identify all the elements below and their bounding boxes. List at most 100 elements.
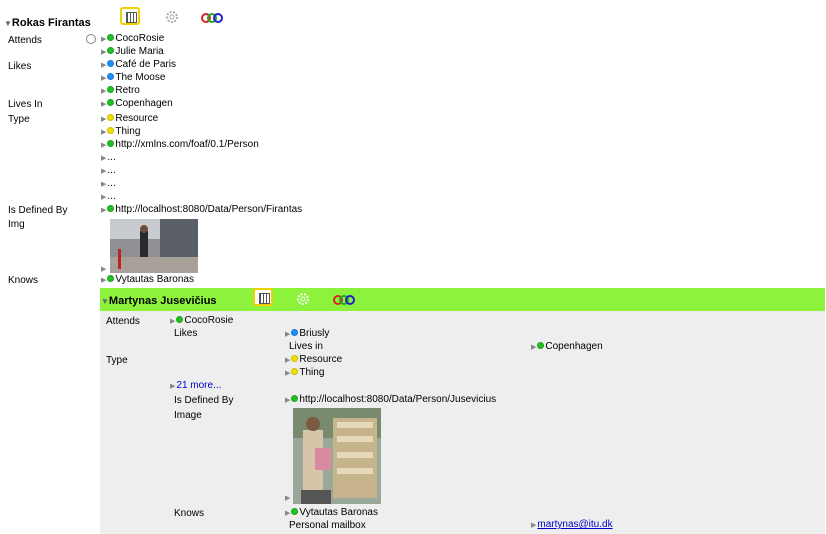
mailbox-link-text[interactable]: martynas@itu.dk [537,519,612,530]
list-item[interactable]: ▶ Resource [101,113,158,126]
nested-label-is-defined-by: Is Defined By [174,395,234,406]
list-item[interactable]: ▶ Thing [285,367,324,380]
node-dot-icon [107,205,115,212]
expand-triangle-icon[interactable]: ▶ [101,116,106,123]
node-dot-icon [107,99,115,106]
expand-triangle-icon[interactable]: ▶ [101,62,106,69]
nested-person-photo-image [293,408,381,504]
collapse-triangle-icon[interactable]: ▼ [101,297,109,306]
table-view-button[interactable] [120,7,140,25]
list-item[interactable]: ▶ Vytautas Baronas [285,507,378,520]
expand-triangle-icon[interactable]: ▶ [101,75,106,82]
table-view-icon [259,293,270,304]
expand-triangle-icon[interactable]: ▶ [101,168,106,175]
person-photo [110,219,198,273]
person-header[interactable]: ▼Rokas Firantas [4,17,91,30]
expand-triangle-icon[interactable]: ▶ [101,36,106,43]
expand-triangle-icon[interactable]: ▶ [101,129,106,136]
nested-table-view-button[interactable] [253,288,273,306]
nested-person-panel [100,311,825,534]
expand-triangle-icon[interactable]: ▶ [101,101,106,108]
node-dot-icon [107,275,115,282]
list-item[interactable]: ▶ http://localhost:8080/Data/Person/Jusev… [285,394,496,407]
node-dot-icon [291,395,299,402]
list-item[interactable]: ▶ Café de Paris [101,59,176,72]
nested-label-image: Image [174,410,202,421]
expand-triangle-icon[interactable]: ▶ [101,194,106,201]
expand-triangle-icon[interactable]: ▶ [170,383,175,390]
list-item[interactable]: ▶ Retro [101,85,140,98]
expand-triangle-icon[interactable]: ▶ [101,181,106,188]
node-dot-icon [107,73,115,80]
node-dot-icon [176,316,184,323]
gear-icon[interactable] [295,291,311,307]
node-dot-icon [107,86,115,93]
node-dot-icon [107,34,115,41]
rings-icon[interactable] [201,12,223,24]
label-attends: Attends [8,35,42,46]
list-item[interactable]: ▶ Vytautas Baronas [101,274,194,287]
gear-icon[interactable] [164,9,180,25]
expand-triangle-icon[interactable]: ▶ [101,88,106,95]
nested-label-type: Type [106,355,128,366]
expand-triangle-icon[interactable]: ▶ [531,522,536,529]
node-dot-icon [291,355,299,362]
label-type: Type [8,114,30,125]
nested-person-photo [293,408,381,504]
node-dot-icon [291,508,299,515]
list-item[interactable]: ▶ Briusly [285,328,329,341]
rings-icon[interactable] [333,294,355,306]
nested-label-likes: Likes [174,328,198,339]
label-likes: Likes [8,61,32,72]
list-item[interactable]: ▶... [101,178,116,191]
label-is-defined-by: Is Defined By [8,205,68,216]
expand-triangle-icon[interactable]: ▶ [285,493,290,505]
list-item[interactable]: ▶ CocoRosie [101,33,164,46]
list-item[interactable]: ▶ http://xmlns.com/foaf/0.1/Person [101,139,259,152]
node-dot-icon [107,127,115,134]
expand-triangle-icon[interactable]: ▶ [170,318,175,325]
list-item[interactable]: ▶ CocoRosie [170,315,233,328]
label-img: Img [8,219,25,230]
node-dot-icon [107,60,115,67]
list-item[interactable]: ▶ Thing [101,126,140,139]
expand-triangle-icon[interactable]: ▶ [101,155,106,162]
list-item[interactable]: ▶ Resource [285,354,342,367]
list-item[interactable]: ▶ Copenhagen [101,98,173,111]
list-item[interactable]: ▶ Julie Maria [101,46,164,59]
list-item[interactable]: ▶ Copenhagen [531,341,603,354]
node-dot-icon [291,329,299,336]
node-dot-icon [107,114,115,121]
list-item[interactable]: ▶ The Moose [101,72,165,85]
more-link-text[interactable]: 21 more... [176,380,221,391]
collapse-triangle-icon[interactable]: ▼ [4,19,12,28]
node-dot-icon [537,342,545,349]
nested-label-attends: Attends [106,316,140,327]
more-link[interactable]: ▶21 more... [170,380,221,393]
node-dot-icon [291,368,299,375]
expand-triangle-icon[interactable]: ▶ [531,344,536,351]
expand-triangle-icon[interactable]: ▶ [101,207,106,214]
expand-triangle-icon[interactable]: ▶ [285,370,290,377]
nested-person-title-row[interactable]: ▼Martynas Jusevičius [101,295,217,308]
expand-triangle-icon[interactable]: ▶ [285,510,290,517]
node-dot-icon [107,47,115,54]
mailbox-link[interactable]: ▶martynas@itu.dk [531,519,613,532]
nested-person-title: Martynas Jusevičius [108,295,217,307]
node-dot-icon [107,140,115,147]
expand-triangle-icon[interactable]: ▶ [101,277,106,284]
list-item[interactable]: ▶... [101,152,116,165]
label-lives-in: Lives In [8,99,43,110]
list-item[interactable]: ▶... [101,165,116,178]
expand-triangle-icon[interactable]: ▶ [285,331,290,338]
expand-triangle-icon[interactable]: ▶ [285,397,290,404]
expand-triangle-icon[interactable]: ▶ [101,142,106,149]
table-view-icon [126,12,137,23]
expand-triangle-icon[interactable]: ▶ [101,49,106,56]
nested-label-knows: Knows [174,508,205,519]
list-item[interactable]: ▶... [101,191,116,204]
expand-triangle-icon[interactable]: ▶ [285,357,290,364]
person-photo-image [110,219,198,273]
list-item[interactable]: ▶ http://localhost:8080/Data/Person/Firan… [101,204,302,217]
label-knows: Knows [8,275,39,286]
